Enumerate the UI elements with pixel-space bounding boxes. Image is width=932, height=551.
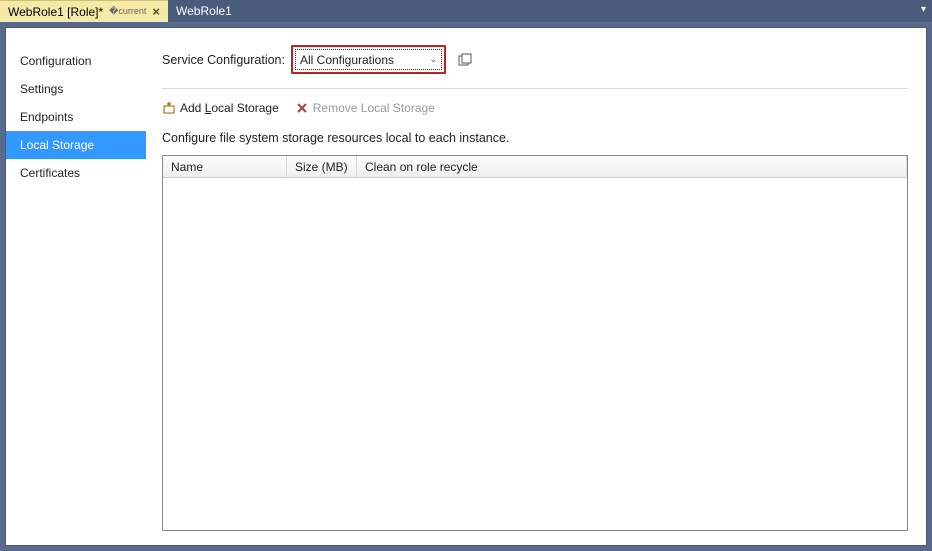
description-text: Configure file system storage resources … (162, 131, 908, 145)
tab-label: WebRole1 [Role]* (8, 5, 103, 19)
sidebar: Configuration Settings Endpoints Local S… (6, 42, 146, 531)
remove-label: Remove Local Storage (313, 101, 435, 115)
service-config-dropdown[interactable]: All Configurations ⌄ (295, 49, 442, 70)
sidebar-label: Settings (20, 82, 63, 96)
add-label: Add Local Storage (180, 101, 279, 115)
tab-label: WebRole1 (176, 4, 232, 18)
sidebar-item-certificates[interactable]: Certificates (6, 159, 146, 187)
sidebar-label: Local Storage (20, 138, 94, 152)
grid-body[interactable] (163, 178, 907, 530)
service-config-label: Service Configuration: (162, 53, 285, 67)
service-config-row: Service Configuration: All Configuration… (162, 45, 908, 74)
column-header-size[interactable]: Size (MB) (287, 156, 357, 177)
sidebar-item-settings[interactable]: Settings (6, 75, 146, 103)
column-header-clean[interactable]: Clean on role recycle (357, 156, 907, 177)
pin-icon[interactable]: �current (109, 6, 146, 17)
toolbar: Add Local Storage Remove Local Storage (162, 101, 908, 115)
storage-grid: Name Size (MB) Clean on role recycle (162, 155, 908, 531)
sidebar-item-local-storage[interactable]: Local Storage (6, 131, 146, 159)
manage-configurations-icon[interactable] (458, 53, 472, 67)
tab-webrole1-role[interactable]: WebRole1 [Role]* �current × (0, 0, 168, 22)
dropdown-highlight: All Configurations ⌄ (291, 45, 446, 74)
add-local-storage-button[interactable]: Add Local Storage (162, 101, 279, 115)
chevron-down-icon: ⌄ (429, 54, 437, 65)
remove-local-storage-button: Remove Local Storage (295, 101, 435, 115)
main-panel: Service Configuration: All Configuration… (146, 42, 910, 531)
add-icon (162, 101, 176, 115)
content-area: Configuration Settings Endpoints Local S… (0, 22, 932, 551)
tab-webrole1[interactable]: WebRole1 (168, 0, 240, 22)
sidebar-item-endpoints[interactable]: Endpoints (6, 103, 146, 131)
sidebar-label: Endpoints (20, 110, 73, 124)
sidebar-label: Certificates (20, 166, 80, 180)
remove-icon (295, 101, 309, 115)
sidebar-item-configuration[interactable]: Configuration (6, 47, 146, 75)
close-icon[interactable]: × (152, 5, 160, 18)
column-header-name[interactable]: Name (163, 156, 287, 177)
grid-header: Name Size (MB) Clean on role recycle (163, 156, 907, 178)
sidebar-label: Configuration (20, 54, 91, 68)
divider (162, 88, 908, 89)
tab-strip: WebRole1 [Role]* �current × WebRole1 ▾ (0, 0, 932, 22)
tab-overflow-icon[interactable]: ▾ (921, 4, 926, 15)
dropdown-value: All Configurations (300, 53, 394, 67)
